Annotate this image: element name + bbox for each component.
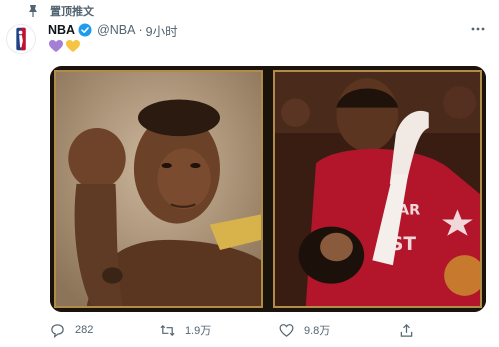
reply-count: 282 bbox=[75, 324, 94, 336]
tweet-header: NBA @NBA · 9小时 bbox=[48, 20, 178, 40]
tweet-actions: 282 1.9万 9.8万 bbox=[50, 320, 450, 340]
pinned-indicator: 置顶推文 bbox=[26, 3, 94, 19]
photo-kobe-with-daughter[interactable]: AR EST bbox=[269, 66, 486, 312]
yellow-heart-icon bbox=[65, 39, 81, 53]
like-button[interactable]: 9.8万 bbox=[279, 322, 330, 338]
share-icon bbox=[400, 323, 413, 337]
tweet-timestamp[interactable]: 9小时 bbox=[146, 21, 178, 40]
retweet-button[interactable]: 1.9万 bbox=[160, 322, 211, 338]
heart-icon bbox=[279, 323, 294, 337]
portrait-image bbox=[56, 72, 261, 306]
retweet-count: 1.9万 bbox=[185, 325, 212, 337]
pin-icon bbox=[26, 4, 40, 18]
header-separator: · bbox=[138, 23, 143, 37]
pinned-label: 置顶推文 bbox=[50, 6, 94, 18]
share-button[interactable] bbox=[399, 323, 414, 338]
like-count: 9.8万 bbox=[304, 325, 331, 337]
author-handle[interactable]: @NBA bbox=[97, 23, 135, 37]
family-image: AR EST bbox=[275, 72, 480, 306]
retweet-icon bbox=[160, 324, 175, 336]
tweet-text bbox=[48, 39, 81, 53]
reply-button[interactable]: 282 bbox=[50, 323, 93, 338]
author-name[interactable]: NBA bbox=[48, 23, 75, 37]
tweet-media[interactable]: AR EST bbox=[50, 66, 486, 312]
purple-heart-icon bbox=[48, 39, 64, 53]
photo-kobe-portrait[interactable] bbox=[50, 66, 267, 312]
more-options-icon[interactable] bbox=[469, 20, 487, 38]
verified-badge-icon bbox=[78, 23, 92, 37]
reply-icon bbox=[51, 323, 64, 338]
photo-frame bbox=[54, 70, 263, 308]
photo-frame: AR EST bbox=[273, 70, 482, 308]
nba-logo-icon bbox=[16, 27, 26, 51]
avatar[interactable] bbox=[6, 24, 36, 54]
